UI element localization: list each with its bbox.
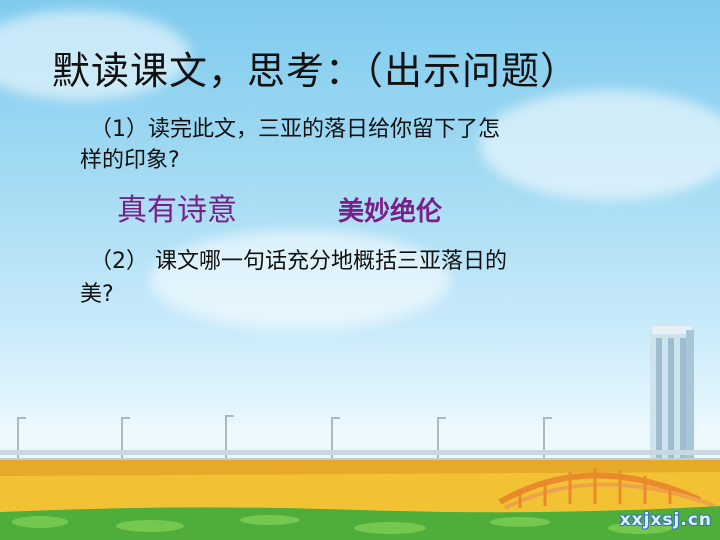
question-1-line-2: 样的印象? (80, 148, 180, 173)
question-2-line-1: （2） 课文哪一句话充分地概括三亚落日的 (90, 249, 507, 274)
answer-2: 美妙绝伦 (338, 197, 443, 227)
slide-title: 默读课文，思考：（出示问题） (52, 49, 580, 93)
watermark: xxjxsj.cn (619, 510, 712, 530)
grass (0, 506, 720, 540)
slide: 默读课文，思考：（出示问题） （1）读完此文，三亚的落日给你留下了怎 样的印象?… (0, 0, 720, 540)
scenery-illustration (0, 326, 720, 540)
question-1-line-1: （1）读完此文，三亚的落日给你留下了怎 (90, 117, 500, 142)
railing (0, 450, 720, 461)
question-1: （1）读完此文，三亚的落日给你留下了怎 样的印象? (80, 114, 620, 176)
answer-1: 真有诗意 (117, 193, 237, 228)
